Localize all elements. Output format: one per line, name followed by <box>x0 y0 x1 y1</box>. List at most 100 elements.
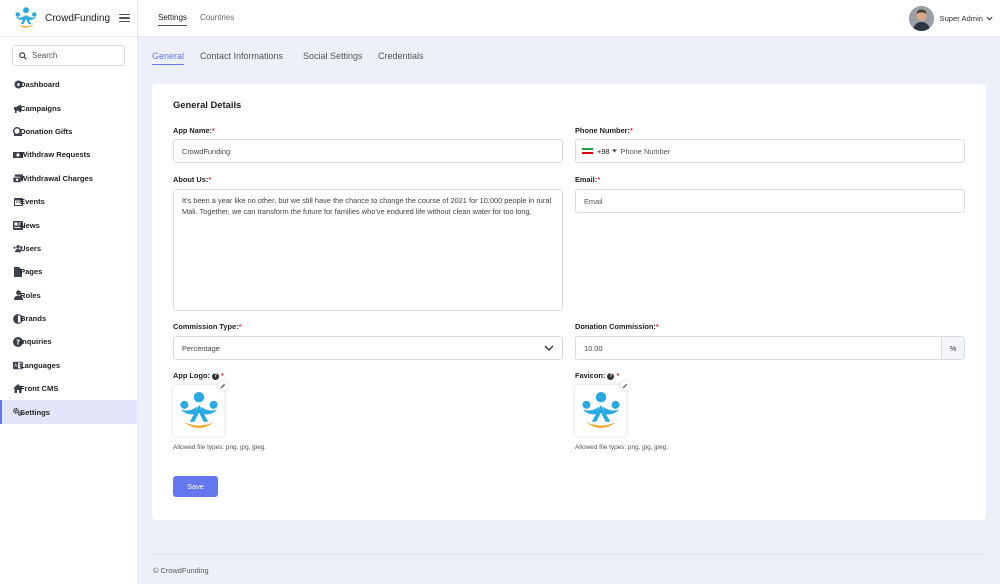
sidebar-item-label: Dashboard <box>20 80 60 90</box>
sidebar-item-label: Roles <box>20 290 41 300</box>
svg-text:A: A <box>14 363 17 368</box>
sidebar: CrowdFunding Dashboard Campaigns Donatio… <box>0 0 138 584</box>
top-bar: Settings Countries Super Admin <box>138 0 1000 37</box>
about-us-label: About Us:* <box>173 175 211 184</box>
phone-number-label: Phone Number:* <box>575 126 633 135</box>
chevron-down-icon <box>544 345 554 351</box>
sidebar-item-events[interactable]: Events <box>0 190 137 213</box>
sidebar-item-label: Withdraw Requests <box>20 150 91 160</box>
favicon-preview[interactable] <box>575 381 630 436</box>
sidebar-item-label: News <box>20 220 40 230</box>
app-name-label: App Name:* <box>173 126 215 135</box>
donation-commission-label: Donation Commission:* <box>575 322 659 331</box>
sidebar-item-label: Brands <box>20 314 47 324</box>
sidebar-item-dashboard[interactable]: Dashboard <box>0 73 137 96</box>
required-marker: * <box>208 175 212 184</box>
sidebar-item-label: Inquiries <box>20 337 52 347</box>
app-logo-preview[interactable] <box>173 381 228 436</box>
sidebar-item-label: Donation Gifts <box>20 126 73 136</box>
save-button[interactable]: Save <box>173 476 218 497</box>
sidebar-item-campaigns[interactable]: Campaigns <box>0 96 137 119</box>
avatar <box>908 6 934 31</box>
caret-down-icon <box>611 149 617 153</box>
app-logo-label: App Logo:? * <box>173 371 224 380</box>
crowdfunding-logo-icon[interactable] <box>13 5 39 31</box>
sidebar-item-users[interactable]: Users <box>0 237 137 260</box>
card-title: General Details <box>173 99 242 110</box>
email-label-text: Email: <box>575 175 598 184</box>
sidebar-item-withdraw-requests[interactable]: Withdraw Requests <box>0 143 137 166</box>
sidebar-item-roles[interactable]: Roles <box>0 284 137 307</box>
edit-pencil-icon[interactable] <box>218 381 228 391</box>
subtab-contact-informations[interactable]: Contact Informations <box>200 51 283 61</box>
app-name-label-text: App Name: <box>173 126 213 135</box>
sidebar-item-label: Settings <box>20 407 50 417</box>
subtab-social-settings[interactable]: Social Settings <box>303 51 363 61</box>
required-marker: * <box>616 371 620 380</box>
sidebar-item-donation-gifts[interactable]: Donation Gifts <box>0 120 137 143</box>
donation-commission-label-text: Donation Commission: <box>575 322 656 331</box>
email-label: Email:* <box>575 175 600 184</box>
sidebar-item-withdrawal-charges[interactable]: Withdrawal Charges <box>0 167 137 190</box>
sidebar-item-settings[interactable]: Settings <box>0 400 137 424</box>
phone-number-field[interactable]: +98 <box>575 139 965 163</box>
required-marker: * <box>630 126 633 135</box>
tab-settings[interactable]: Settings <box>158 13 187 26</box>
hamburger-menu-icon[interactable] <box>119 13 131 23</box>
favicon-hint: Allowed file types: png, jpg, jpeg. <box>575 444 669 451</box>
sidebar-nav: Dashboard Campaigns Donation Gifts Withd… <box>0 73 137 424</box>
about-us-label-text: About Us: <box>173 175 209 184</box>
phone-number-label-text: Phone Number: <box>575 126 631 135</box>
crowdfunding-logo-icon <box>179 391 218 428</box>
footer-divider <box>152 554 986 555</box>
dial-code[interactable]: +98 <box>597 147 610 156</box>
sidebar-item-brands[interactable]: Brands <box>0 307 137 330</box>
required-marker: * <box>655 322 659 331</box>
about-us-textarea[interactable]: It's been a year like no other, but we s… <box>173 189 563 311</box>
sidebar-item-label: Users <box>20 243 42 253</box>
sidebar-item-label: Languages <box>20 360 61 370</box>
tab-countries[interactable]: Countries <box>200 13 234 22</box>
sidebar-item-front-cms[interactable]: Front CMS <box>0 377 137 400</box>
brand-name: CrowdFunding <box>45 12 111 24</box>
phone-number-input[interactable] <box>620 146 821 156</box>
sidebar-item-news[interactable]: News <box>0 213 137 236</box>
commission-type-value: Percentage <box>182 343 220 353</box>
sidebar-item-label: Withdrawal Charges <box>20 173 93 183</box>
sidebar-item-languages[interactable]: A Languages <box>0 354 137 377</box>
required-marker: * <box>212 126 215 135</box>
required-marker: * <box>238 322 242 331</box>
donation-commission-input[interactable] <box>575 336 942 360</box>
commission-type-label-text: Commission Type: <box>173 322 239 331</box>
iran-flag-icon <box>582 147 593 155</box>
percent-addon: % <box>942 336 965 360</box>
help-icon[interactable]: ? <box>607 372 615 380</box>
search-icon <box>19 51 27 60</box>
user-name: Super Admin <box>939 14 983 23</box>
sidebar-item-label: Pages <box>20 267 43 277</box>
sidebar-item-pages[interactable]: Pages <box>0 260 137 283</box>
sidebar-item-label: Campaigns <box>20 103 61 113</box>
chevron-down-icon <box>986 16 993 21</box>
help-icon[interactable]: ? <box>211 372 219 380</box>
sidebar-item-inquiries[interactable]: ? Inquiries <box>0 330 137 353</box>
sidebar-item-label: Events <box>20 197 45 207</box>
required-marker: * <box>221 371 224 380</box>
general-details-card: General Details App Name:* Phone Number:… <box>152 84 986 520</box>
brand: CrowdFunding <box>0 0 137 37</box>
edit-pencil-icon[interactable] <box>620 381 630 391</box>
user-menu[interactable]: Super Admin <box>908 6 993 31</box>
crowdfunding-logo-icon <box>581 391 620 428</box>
sidebar-search[interactable] <box>12 45 125 66</box>
search-input[interactable] <box>32 51 112 60</box>
app-logo-hint: Allowed file types: png, jpg, jpeg. <box>173 444 267 451</box>
email-input[interactable] <box>575 189 965 213</box>
favicon-label: Favicon:? * <box>575 371 619 380</box>
subtab-credentials[interactable]: Credentials <box>378 51 424 61</box>
subtab-general[interactable]: General <box>152 51 185 65</box>
commission-type-label: Commission Type:* <box>173 322 241 331</box>
commission-type-select[interactable]: Percentage <box>173 336 563 360</box>
favicon-label-text: Favicon: <box>575 371 606 380</box>
required-marker: * <box>597 175 601 184</box>
app-name-input[interactable] <box>173 139 563 163</box>
